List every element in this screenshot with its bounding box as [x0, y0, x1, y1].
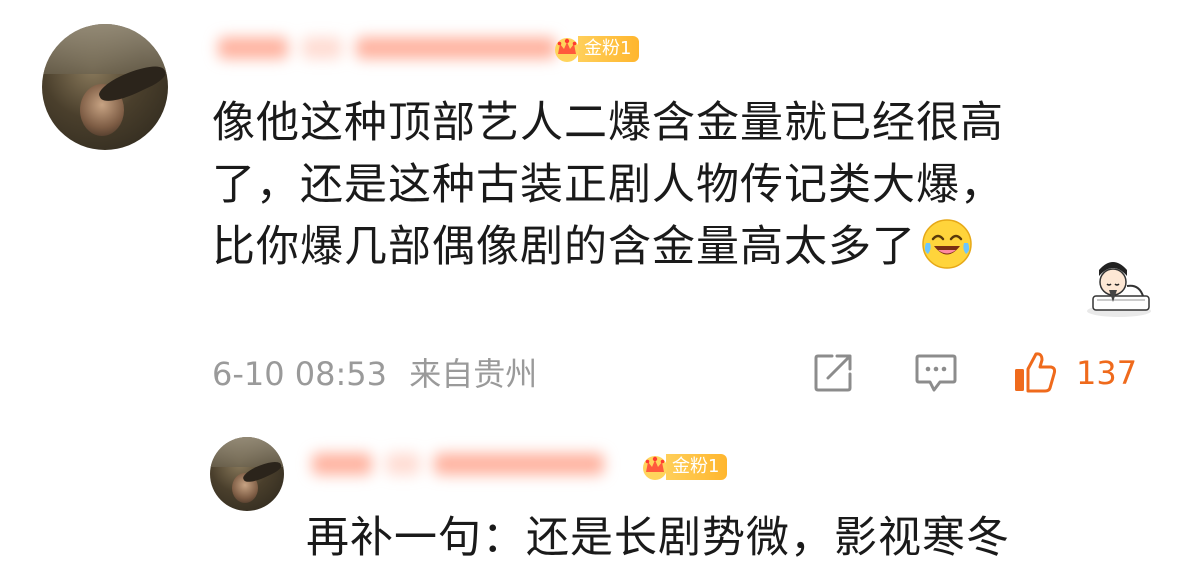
comment-location: 来自贵州	[409, 355, 538, 393]
reply-avatar[interactable]	[210, 437, 284, 511]
share-icon	[814, 354, 852, 392]
fan-badge-label: 金粉1	[578, 36, 640, 62]
commenter-name-blurred[interactable]	[218, 33, 556, 63]
like-count: 137	[1076, 354, 1138, 392]
comment-meta: 6-10 08:53 来自贵州	[212, 354, 537, 394]
crown-icon	[640, 452, 670, 482]
share-button[interactable]	[812, 350, 854, 396]
comment-line-last: 比你爆几部偶像剧的含金量高太多了	[212, 216, 1092, 278]
reply-name-blurred[interactable]	[312, 449, 604, 479]
comment-line-text: 比你爆几部偶像剧的含金量高太多了	[212, 222, 916, 272]
crown-icon	[552, 34, 582, 64]
comment-line: 了，还是这种古装正剧人物传记类大爆，	[212, 160, 1004, 210]
gold-fan-badge[interactable]: 金粉1	[640, 452, 728, 482]
gold-fan-badge[interactable]: 金粉1	[552, 34, 640, 64]
comment-button[interactable]	[914, 350, 958, 396]
reply-body: 再补一句：还是长剧势微，影视寒冬	[306, 513, 1010, 563]
comment-icon	[915, 354, 957, 392]
like-button[interactable]: 137	[1012, 350, 1137, 396]
comment-time: 6-10 08:53	[212, 355, 388, 393]
fan-badge-label: 金粉1	[666, 454, 728, 480]
commenter-avatar[interactable]	[42, 24, 168, 150]
cartoon-scholar-sticker[interactable]	[1083, 256, 1155, 318]
thumbs-up-icon	[1015, 352, 1057, 393]
comment-body: 像他这种顶部艺人二爆含金量就已经很高 了，还是这种古装正剧人物传记类大爆， 比你…	[212, 92, 1092, 278]
comment-line: 像他这种顶部艺人二爆含金量就已经很高	[212, 98, 1004, 148]
laughing-tears-emoji	[922, 219, 972, 269]
